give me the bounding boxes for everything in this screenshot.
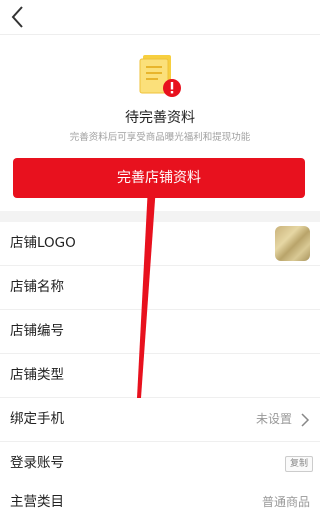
- chevron-right-icon: [301, 413, 310, 427]
- store-name-label: 店铺名称: [10, 279, 64, 295]
- bind-phone-label: 绑定手机: [10, 411, 64, 427]
- row-store-type[interactable]: 店铺类型: [0, 354, 320, 398]
- status-subtitle: 完善资料后可享受商品曝光福利和提现功能: [69, 132, 251, 143]
- row-store-name[interactable]: 店铺名称: [0, 266, 320, 310]
- login-account-label: 登录账号: [10, 455, 64, 471]
- profile-status-panel: 待完善资料 完善资料后可享受商品曝光福利和提现功能 完善店铺资料: [0, 35, 320, 211]
- main-category-label: 主营类目: [10, 494, 64, 510]
- main-category-value: 普通商品: [261, 495, 310, 509]
- copy-button[interactable]: 复制: [284, 456, 313, 472]
- store-type-label: 店铺类型: [10, 367, 64, 383]
- category-list: 主营类目 普通商品: [0, 485, 320, 519]
- store-logo-label: 店铺LOGO: [10, 235, 76, 251]
- row-store-number[interactable]: 店铺编号: [0, 310, 320, 354]
- status-title: 待完善资料: [125, 110, 195, 126]
- store-info-list: 店铺LOGO 店铺名称 店铺编号 店铺类型 绑定手机 未设置 登录账号 复制: [0, 222, 320, 486]
- bind-phone-value: 未设置: [255, 412, 292, 426]
- store-logo-image[interactable]: [275, 226, 310, 261]
- store-number-label: 店铺编号: [10, 323, 64, 339]
- chevron-left-icon[interactable]: [6, 4, 30, 30]
- row-store-logo[interactable]: 店铺LOGO: [0, 222, 320, 266]
- document-alert-icon: [139, 55, 181, 97]
- row-bind-phone[interactable]: 绑定手机 未设置: [0, 398, 320, 442]
- row-main-category[interactable]: 主营类目 普通商品: [0, 485, 320, 519]
- top-bar: [0, 0, 320, 35]
- complete-profile-button[interactable]: 完善店铺资料: [13, 158, 305, 198]
- row-login-account: 登录账号 复制: [0, 442, 320, 486]
